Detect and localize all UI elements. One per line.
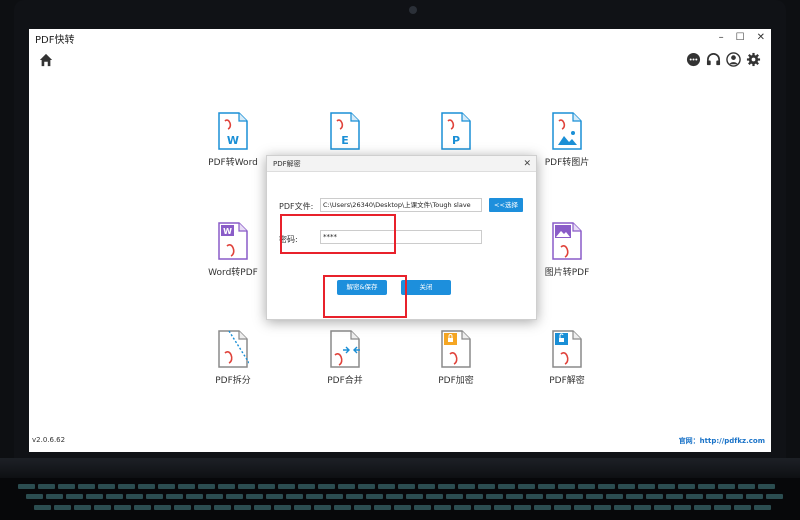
tool-pdf-merge[interactable]: PDF合并: [295, 330, 395, 386]
tool-pdf-split[interactable]: PDF拆分: [183, 330, 283, 386]
dialog-title-bar: PDF解密 ✕: [267, 156, 536, 172]
file-label: PDF文件:: [279, 202, 314, 211]
tool-letter: W: [223, 227, 232, 236]
highlight-decrypt-button: [323, 275, 407, 318]
toolbar: [29, 49, 771, 71]
laptop-hinge: [0, 458, 800, 478]
highlight-password: [280, 214, 396, 254]
pdf-to-word-icon: W: [218, 112, 248, 150]
user-icon[interactable]: [726, 52, 741, 67]
pdf-split-icon: [218, 330, 249, 368]
app-title: PDF快转: [35, 34, 75, 46]
maximize-button[interactable]: ☐: [736, 32, 745, 43]
app-window: PDF快转 – ☐ ✕ W PDF转Word E P PDF转图片 W Word…: [29, 29, 771, 452]
close-window-button[interactable]: ✕: [757, 32, 765, 43]
keyboard: [0, 478, 800, 520]
webcam: [409, 6, 417, 14]
pdf-to-image-icon: [552, 112, 582, 150]
window-controls: – ☐ ✕: [719, 32, 765, 43]
minimize-button[interactable]: –: [719, 32, 724, 43]
version-label: v2.0.6.62: [32, 436, 66, 444]
tool-letter: W: [227, 134, 239, 147]
tool-label: PDF解密: [549, 376, 585, 386]
file-path-input[interactable]: C:\Users\26340\Desktop\上课文件\Tough slave: [320, 198, 482, 212]
home-icon[interactable]: [39, 53, 53, 67]
headset-icon[interactable]: [706, 52, 721, 67]
tool-letter: P: [452, 134, 460, 147]
tool-pdf-encrypt[interactable]: PDF加密: [406, 330, 506, 386]
chat-icon[interactable]: [686, 52, 701, 67]
website-link[interactable]: 官网：http://pdfkz.com: [679, 436, 765, 446]
tool-label: PDF合并: [327, 376, 363, 386]
pdf-to-ppt-icon: P: [441, 112, 471, 150]
tool-pdf-decrypt[interactable]: PDF解密: [517, 330, 617, 386]
choose-file-button[interactable]: <<选择: [489, 198, 523, 212]
pdf-to-excel-icon: E: [330, 112, 360, 150]
tool-label: PDF拆分: [215, 376, 251, 386]
title-bar: PDF快转: [29, 29, 771, 47]
close-dialog-button[interactable]: 关闭: [401, 280, 451, 295]
tool-label: PDF加密: [438, 376, 474, 386]
tool-pdf-to-excel[interactable]: E: [295, 112, 395, 150]
pdf-merge-icon: [330, 330, 360, 368]
dialog-close-icon[interactable]: ✕: [523, 156, 531, 172]
gear-icon[interactable]: [746, 52, 761, 67]
tool-letter: E: [341, 134, 349, 147]
dialog-title: PDF解密: [273, 160, 301, 168]
pdf-encrypt-icon: [441, 330, 471, 368]
tool-pdf-to-ppt[interactable]: P: [406, 112, 506, 150]
word-to-pdf-icon: W: [218, 222, 248, 260]
pdf-decrypt-icon: [552, 330, 582, 368]
image-to-pdf-icon: [552, 222, 582, 260]
